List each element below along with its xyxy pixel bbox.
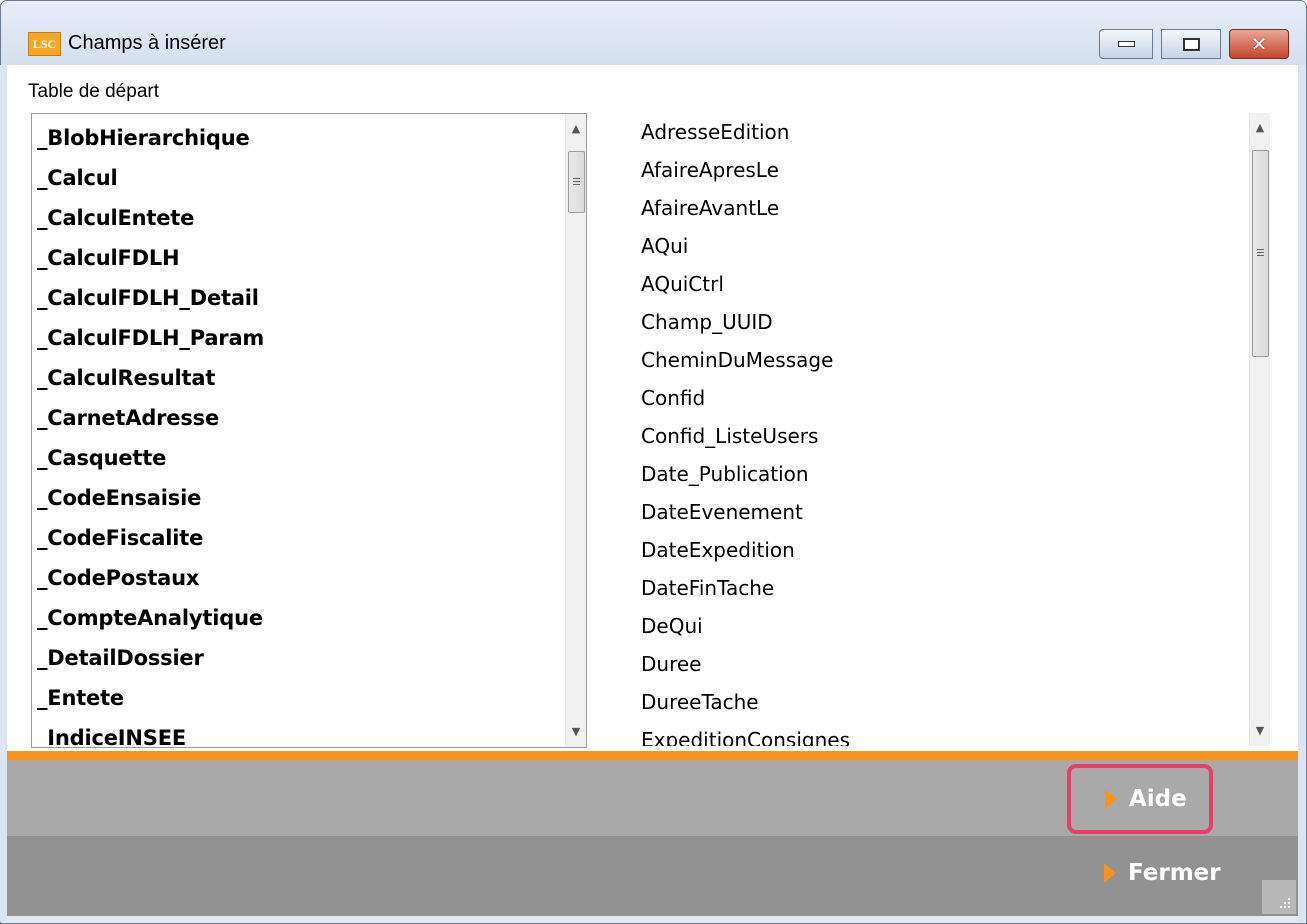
table-list-item[interactable]: _Entete [32,678,566,718]
close-button[interactable]: ✕ [1229,29,1289,59]
table-list-item[interactable]: _Calcul [32,158,566,198]
table-list-items: _BlobHierarchique _Calcul _CalculEntete _Ca… [32,118,566,747]
table-list-item[interactable]: _Casquette [32,438,566,478]
play-arrow-icon [1105,789,1117,809]
field-list-item[interactable]: DateFinTache [606,569,1250,607]
scroll-up-arrow-icon[interactable]: ▲ [566,119,586,139]
fermer-button[interactable]: Fermer [1104,860,1221,886]
field-list-item[interactable]: DateEvenement [606,493,1250,531]
field-list-item[interactable]: AfaireAvantLe [606,189,1250,227]
field-list-item[interactable]: Date_Publication [606,455,1250,493]
table-list-item[interactable]: _CodePostaux [32,558,566,598]
maximize-button[interactable] [1161,29,1221,59]
close-icon: ✕ [1250,32,1268,56]
table-list-item[interactable]: _CalculFDLH [32,238,566,278]
field-list-item[interactable]: AQui [606,227,1250,265]
minimize-icon [1117,41,1135,47]
field-list-item[interactable]: Champ_UUID [606,303,1250,341]
field-list-item[interactable]: AdresseEdition [606,113,1250,151]
scroll-thumb[interactable] [568,151,585,213]
field-list-item[interactable]: AfaireApresLe [606,151,1250,189]
title-bar[interactable]: LSC Champs à insérer ✕ [1,1,1306,65]
fields-list[interactable]: AdresseEdition AfaireApresLe AfaireAvantLe… [606,113,1270,746]
scroll-up-arrow-icon[interactable]: ▲ [1250,118,1270,138]
field-list-item[interactable]: Confid_ListeUsers [606,417,1250,455]
fields-list-items: AdresseEdition AfaireApresLe AfaireAvantLe… [606,113,1250,746]
app-logo-icon: LSC [28,32,61,56]
aide-button[interactable]: Aide [1067,764,1213,834]
table-list-item[interactable]: _CodeEnsaisie [32,478,566,518]
aide-button-label: Aide [1129,786,1187,812]
minimize-button[interactable] [1099,29,1153,59]
window-frame-left [0,65,7,922]
field-list-item[interactable]: Confid [606,379,1250,417]
table-de-depart-label: Table de départ [28,81,159,102]
table-list[interactable]: _BlobHierarchique _Calcul _CalculEntete _Ca… [31,113,587,748]
table-list-item[interactable]: _CodeFiscalite [32,518,566,558]
table-list-item[interactable]: _CalculFDLH_Detail [32,278,566,318]
table-list-item[interactable]: _IndiceINSEE [32,718,566,747]
table-list-item[interactable]: _CarnetAdresse [32,398,566,438]
table-list-item[interactable]: _CalculResultat [32,358,566,398]
window-title: Champs à insérer [68,32,226,54]
table-list-item[interactable]: _CompteAnalytique [32,598,566,638]
fermer-button-label: Fermer [1128,860,1221,886]
scroll-down-arrow-icon[interactable]: ▼ [1250,721,1270,741]
field-list-item[interactable]: DeQui [606,607,1250,645]
scroll-thumb[interactable] [1252,150,1269,357]
table-list-scrollbar[interactable]: ▲ ▼ [565,114,586,747]
accent-divider [7,751,1298,760]
field-list-item[interactable]: DureeTache [606,683,1250,721]
play-arrow-icon [1104,863,1116,883]
grip-icon [1257,249,1264,250]
resize-grip-icon[interactable] [1262,880,1296,914]
table-list-item[interactable]: _CalculFDLH_Param [32,318,566,358]
table-list-item[interactable]: _BlobHierarchique [32,118,566,158]
grip-icon [573,178,580,179]
field-list-item[interactable]: DateExpedition [606,531,1250,569]
window-frame-right [1298,65,1305,922]
table-list-item[interactable]: _CalculEntete [32,198,566,238]
scroll-down-arrow-icon[interactable]: ▼ [566,722,586,742]
fields-list-scrollbar[interactable]: ▲ ▼ [1249,113,1270,746]
field-list-item[interactable]: CheminDuMessage [606,341,1250,379]
table-list-item[interactable]: _DetailDossier [32,638,566,678]
maximize-icon [1182,37,1200,51]
field-list-item[interactable]: ExpeditionConsignes [606,721,1250,746]
field-list-item[interactable]: AQuiCtrl [606,265,1250,303]
field-list-item[interactable]: Duree [606,645,1250,683]
